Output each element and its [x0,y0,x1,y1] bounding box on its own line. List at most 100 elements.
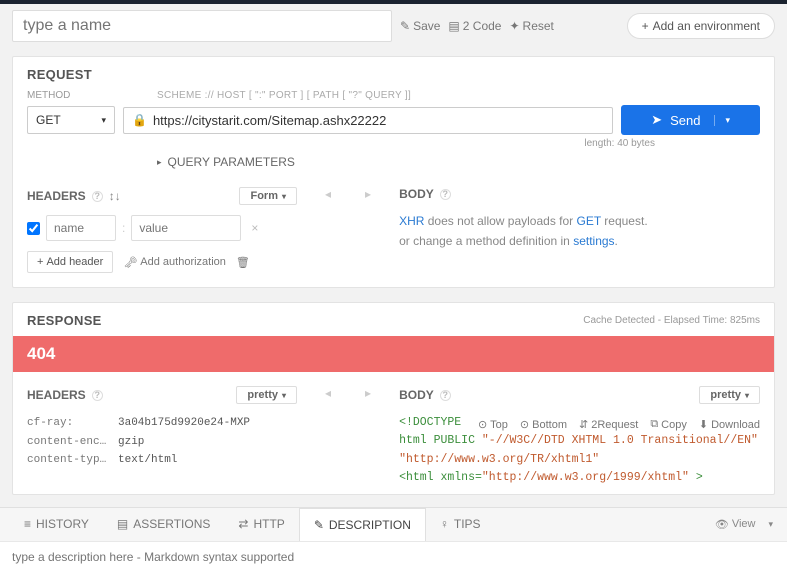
request-name-input[interactable] [12,10,392,42]
request-headers-section: HEADERS ? ↕↓ Form ▾ : × + Add header [27,187,297,273]
code-icon: ▤ [448,19,459,33]
code-line: "http://www.w3.org/TR/xhtml1" [399,451,760,469]
tab-description[interactable]: ✎DESCRIPTION [299,508,426,542]
xhr-keyword: XHR [399,214,424,228]
url-input-container[interactable]: 🔒 [123,107,613,134]
tab-label: TIPS [454,517,481,531]
method-value: GET [36,113,61,127]
http-icon: ⇄ [238,517,248,531]
lock-icon: 🔒 [132,113,147,127]
query-params-toggle[interactable]: ▸ QUERY PARAMETERS [157,155,760,169]
code-label: 2 Code [463,19,502,33]
url-row: GET ▾ 🔒 ➤ Send ▾ [27,105,760,135]
remove-header-icon[interactable]: × [247,221,262,235]
code-button[interactable]: ▤ 2 Code [448,19,501,33]
copy-button[interactable]: ⧉Copy [650,418,687,431]
send-label: Send [670,113,700,128]
tab-http[interactable]: ⇄ HTTP [224,508,298,540]
header-value: gzip [118,433,144,452]
sort-icon[interactable]: ↕↓ [109,189,121,203]
body-msg-part: does not allow payloads for [424,214,576,228]
add-header-label: Add header [46,256,103,268]
download-icon: ⬇ [699,418,708,431]
headers-pretty-toggle[interactable]: pretty ▾ [236,386,297,404]
header-value-input[interactable] [131,215,241,241]
request-body-section: BODY ? XHR does not allow payloads for G… [399,187,760,252]
send-button[interactable]: ➤ Send ▾ [621,105,760,135]
header-name-input[interactable] [46,215,116,241]
download-button[interactable]: ⬇Download [699,418,760,431]
header-key: content-enc… [27,433,112,452]
response-headers-title: HEADERS [27,388,86,402]
collapse-right-icon[interactable]: ▸ [359,187,377,201]
bottom-label: Bottom [532,419,567,431]
get-keyword: GET [577,214,601,228]
response-headers-section: HEADERS ? pretty ▾ cf-ray:3a04b175d9920e… [27,386,297,470]
colon-label: : [122,221,125,235]
reset-icon: ✦ [509,19,519,33]
tab-label: HISTORY [36,517,89,531]
tab-label: HTTP [253,517,284,531]
request-title: REQUEST [27,67,760,82]
response-title: RESPONSE [27,313,102,328]
add-authorization-button[interactable]: 🗝 Add authorization [123,256,226,269]
url-length-info: length: 40 bytes [27,138,760,149]
help-icon[interactable]: ? [440,189,451,200]
add-auth-label: Add authorization [140,256,226,268]
reset-label: Reset [523,19,554,33]
method-select[interactable]: GET ▾ [27,106,115,134]
save-icon: ✎ [400,19,410,33]
code-line: <html xmlns="http://www.w3.org/1999/xhtm… [399,469,760,487]
collapse-left-icon[interactable]: ◂ [319,187,337,201]
triangle-right-icon: ▸ [157,157,162,168]
response-body-title: BODY [399,388,434,402]
scroll-bottom-button[interactable]: ⊙Bottom [520,418,567,431]
status-code: 404 [27,344,55,363]
header-enabled-checkbox[interactable] [27,222,40,235]
response-header-row: cf-ray:3a04b175d9920e24-MXP [27,414,297,433]
reset-button[interactable]: ✦ Reset [509,19,553,33]
description-icon: ✎ [314,518,324,532]
circle-down-icon: ⊙ [520,418,529,431]
to-request-button[interactable]: ⇵2Request [579,418,638,431]
body-pretty-toggle[interactable]: pretty ▾ [699,386,760,404]
help-icon[interactable]: ? [92,390,103,401]
collapse-left-icon[interactable]: ◂ [319,386,337,400]
response-body-section: BODY ? pretty ▾ ⊙Top ⊙Bottom ⇵2Request ⧉… [399,386,760,488]
collapse-icon: ⇵ [579,418,588,431]
view-toggle[interactable]: 👁View▾ [715,518,777,531]
response-status-bar: 404 [13,336,774,372]
eye-icon: 👁 [715,518,729,531]
response-panel: RESPONSE Cache Detected - Elapsed Time: … [12,302,775,495]
bottom-tabs: ≡HISTORY ▤ASSERTIONS ⇄HTTP ✎DESCRIPTION … [0,507,787,541]
url-input[interactable] [153,113,604,128]
help-icon[interactable]: ? [440,390,451,401]
headers-form-toggle[interactable]: Form ▾ [239,187,297,205]
body-msg-part: request. [601,214,648,228]
response-body-actions: ⊙Top ⊙Bottom ⇵2Request ⧉Copy ⬇Download [478,418,760,431]
tab-assertions[interactable]: ▤ASSERTIONS [103,508,224,540]
pretty-label: pretty [710,389,741,401]
scroll-top-button[interactable]: ⊙Top [478,418,508,431]
body-message: XHR does not allow payloads for GET requ… [399,211,760,252]
response-header-row: content-enc… gzip [27,433,297,452]
add-environment-button[interactable]: + Add an environment [627,13,775,39]
send-caret-icon[interactable]: ▾ [714,115,730,126]
copy-icon: ⧉ [650,418,658,431]
tab-tips[interactable]: ♀TIPS [426,508,495,540]
query-params-label: QUERY PARAMETERS [168,155,295,169]
save-button[interactable]: ✎ Save [400,19,440,33]
delete-all-headers-icon[interactable]: 🗑 [236,256,250,269]
settings-link[interactable]: settings [573,234,614,248]
help-icon[interactable]: ? [92,191,103,202]
tab-history[interactable]: ≡HISTORY [10,508,103,540]
response-headers-list: cf-ray:3a04b175d9920e24-MXPcontent-enc… g… [27,414,297,470]
add-header-button[interactable]: + Add header [27,251,113,273]
collapse-right-icon[interactable]: ▸ [359,386,377,400]
header-value: 3a04b175d9920e24-MXP [118,414,250,433]
tab-label: ASSERTIONS [133,517,210,531]
download-label: Download [711,419,760,431]
description-input[interactable] [0,541,787,572]
view-label: View [732,518,756,530]
top-actions: ✎ Save ▤ 2 Code ✦ Reset [400,19,554,33]
